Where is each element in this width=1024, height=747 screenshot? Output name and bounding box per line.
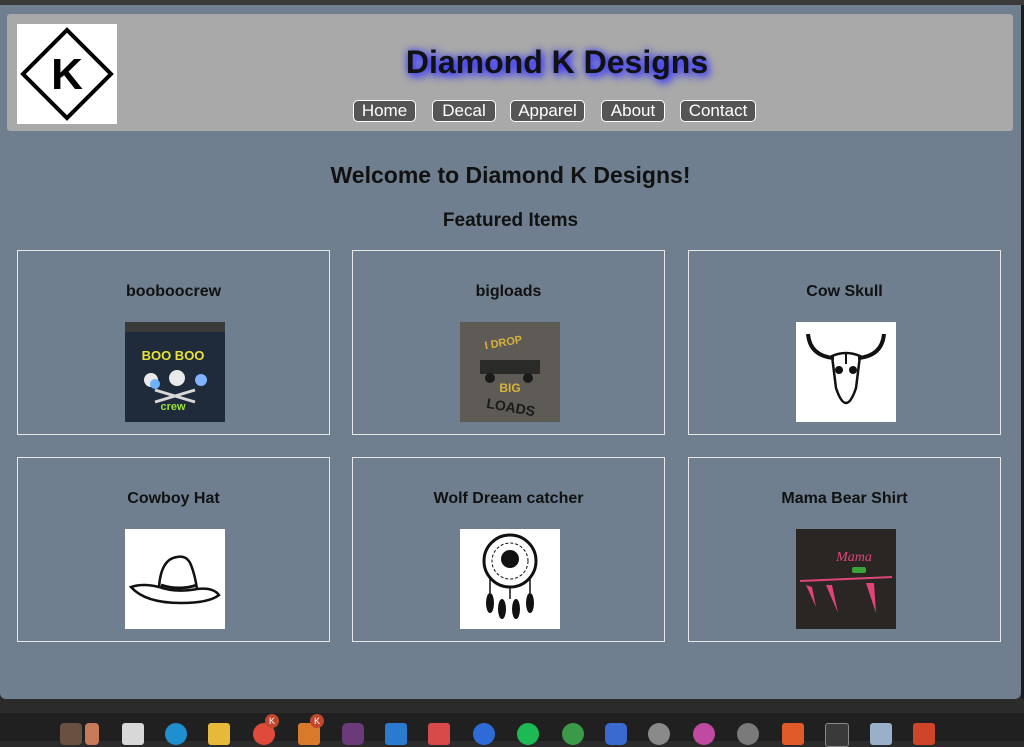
product-title: bigloads [475, 283, 542, 300]
file-icon[interactable] [122, 723, 144, 745]
svg-text:Mama: Mama [835, 550, 872, 565]
product-image[interactable]: I DROP BIG LOADS [460, 322, 560, 422]
nav-contact[interactable]: Contact [680, 100, 756, 122]
nav-decal[interactable]: Decal [432, 100, 496, 122]
product-image[interactable] [796, 322, 896, 422]
cow-skull-icon [796, 322, 896, 422]
copilot-icon[interactable] [605, 723, 627, 745]
svg-text:BIG: BIG [499, 381, 520, 395]
spotify-icon[interactable] [517, 723, 539, 745]
edge-icon[interactable] [165, 723, 187, 745]
site-title: Diamond K Designs [405, 44, 709, 80]
product-image[interactable] [460, 529, 560, 629]
wolf-dreamcatcher-icon [460, 529, 560, 629]
settings-icon[interactable] [737, 723, 759, 745]
page-viewport: K Diamond K Designs Home Decal Apparel A… [0, 5, 1021, 699]
product-card[interactable]: booboocrew BOO BOO crew [17, 250, 330, 435]
product-title: Wolf Dream catcher [433, 490, 584, 507]
zoom-icon[interactable] [473, 723, 495, 745]
product-title: Cow Skull [806, 283, 883, 300]
big-loads-shirt-icon: I DROP BIG LOADS [460, 322, 560, 422]
product-title: Mama Bear Shirt [781, 490, 908, 507]
powerpoint-icon[interactable] [913, 723, 935, 745]
file-explorer-icon[interactable] [208, 723, 230, 745]
app-icon[interactable]: K [298, 714, 324, 745]
featured-heading: Featured Items [442, 210, 579, 231]
product-image[interactable] [125, 529, 225, 629]
nav-about[interactable]: About [601, 100, 665, 122]
chrome-icon[interactable]: K [253, 714, 279, 745]
notification-badge: K [310, 714, 324, 728]
vscode-icon[interactable] [385, 723, 407, 745]
product-title: Cowboy Hat [127, 490, 220, 507]
product-card[interactable]: Wolf Dream catcher [352, 457, 665, 642]
chrome-icon[interactable] [562, 723, 584, 745]
mama-bear-shirt-icon: Mama [796, 529, 896, 629]
nav-apparel[interactable]: Apparel [510, 100, 585, 122]
site-header: K Diamond K Designs Home Decal Apparel A… [7, 14, 1013, 131]
product-card[interactable]: Cow Skull [688, 250, 1001, 435]
product-image[interactable]: Mama [796, 529, 896, 629]
welcome-heading: Welcome to Diamond K Designs! [330, 162, 691, 188]
settings-icon[interactable] [648, 723, 670, 745]
product-card[interactable]: Cowboy Hat [17, 457, 330, 642]
notification-badge: K [265, 714, 279, 728]
user-avatar-icon[interactable] [60, 723, 82, 745]
slack-icon[interactable] [342, 723, 364, 745]
boo-boo-crew-shirt-icon: BOO BOO crew [125, 322, 225, 422]
taskbar: K K [0, 713, 1024, 747]
product-card[interactable]: bigloads I DROP BIG LOADS [352, 250, 665, 435]
user-avatar-icon[interactable] [85, 723, 99, 745]
product-image[interactable]: BOO BOO crew [125, 322, 225, 422]
terminal-icon[interactable] [825, 723, 849, 747]
snip-icon[interactable] [428, 723, 450, 745]
nav-home[interactable]: Home [353, 100, 416, 122]
main-nav: Home Decal Apparel About Contact [7, 100, 1013, 124]
product-title: booboocrew [125, 283, 222, 300]
svg-text:BOO BOO: BOO BOO [142, 348, 205, 363]
monitor-icon[interactable] [870, 723, 892, 745]
ubuntu-icon[interactable] [782, 723, 804, 745]
svg-text:crew: crew [160, 401, 186, 413]
cowboy-hat-icon [125, 529, 225, 629]
svg-text:K: K [51, 50, 83, 99]
chrome-canary-icon[interactable] [693, 723, 715, 745]
product-card[interactable]: Mama Bear Shirt Mama [688, 457, 1001, 642]
